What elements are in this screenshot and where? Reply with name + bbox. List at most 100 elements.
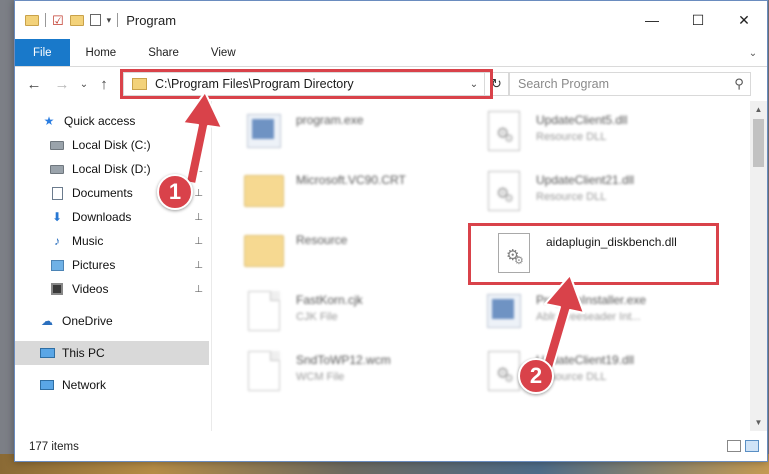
music-icon: ♪ bbox=[54, 234, 60, 248]
pin-icon[interactable]: ⊥ bbox=[194, 188, 203, 199]
sidebar-item-label: Videos bbox=[72, 282, 109, 296]
pin-icon[interactable]: ⊥ bbox=[194, 164, 203, 175]
file-type: CJK File bbox=[296, 311, 338, 323]
address-bar[interactable]: C:\Program Files\Program Directory ⌄ ↻ bbox=[123, 72, 509, 96]
pin-icon[interactable]: ⊥ bbox=[194, 284, 203, 295]
search-icon[interactable]: ⚲ bbox=[728, 76, 750, 92]
search-box[interactable]: ⚲ bbox=[509, 72, 751, 96]
pin-icon[interactable]: ⊥ bbox=[194, 260, 203, 271]
ribbon-tabs: File Home Share View ⌄ bbox=[15, 39, 767, 67]
drive-icon bbox=[49, 138, 65, 152]
back-button[interactable]: ← bbox=[25, 75, 43, 93]
folder-icon bbox=[132, 78, 147, 90]
sidebar-item-label: Local Disk (C:) bbox=[72, 138, 151, 152]
exe-icon bbox=[242, 107, 286, 155]
search-input[interactable] bbox=[510, 74, 728, 94]
quick-access-toolbar: ☑ ▾ bbox=[15, 1, 119, 39]
sidebar-item-label: Downloads bbox=[72, 210, 132, 224]
annotation-badge-1: 1 bbox=[157, 174, 193, 210]
sidebar-item-pictures[interactable]: Pictures ⊥ bbox=[15, 253, 209, 277]
address-path[interactable]: C:\Program Files\Program Directory bbox=[155, 77, 464, 91]
properties-check-icon[interactable]: ☑ bbox=[52, 14, 64, 27]
documents-icon bbox=[49, 186, 65, 200]
file-name: ProgramInstaller.exe bbox=[536, 293, 647, 307]
file-list: program.exe ⚙ ⚙ UpdateClient5.dll Resourc… bbox=[212, 101, 750, 431]
file-item[interactable]: Microsoft.VC90.CRT bbox=[242, 167, 406, 215]
vertical-scrollbar[interactable]: ▲ ▼ bbox=[750, 101, 767, 431]
file-type: Resource DLL bbox=[536, 191, 607, 203]
sidebar-item-network[interactable]: Network bbox=[15, 373, 209, 397]
maximize-button[interactable]: ☐ bbox=[675, 1, 721, 39]
minimize-button[interactable]: — bbox=[629, 1, 675, 39]
file-name: Microsoft.VC90.CRT bbox=[296, 173, 406, 187]
view-toggle bbox=[727, 440, 759, 452]
scroll-thumb[interactable] bbox=[753, 119, 764, 167]
file-item[interactable]: ⚙ ⚙ UpdateClient5.dll Resource DLL bbox=[482, 107, 627, 155]
pin-icon[interactable]: ⊥ bbox=[194, 140, 203, 151]
navigation-pane: ★ Quick access Local Disk (C:) ⊥ Local D… bbox=[15, 101, 211, 431]
title-bar: ☑ ▾ Program — ☐ ✕ bbox=[15, 1, 767, 39]
sidebar-item-label: Music bbox=[72, 234, 104, 248]
toolbar-separator bbox=[117, 13, 119, 27]
file-item[interactable]: ProgramInstaller.exe Ablr Rreeseader Int… bbox=[482, 287, 646, 335]
file-item[interactable]: ⚙ ⚙ UpdateClient21.dll Resource DLL bbox=[482, 167, 634, 215]
explorer-window: ☑ ▾ Program — ☐ ✕ File Home Share View ⌄… bbox=[14, 0, 768, 462]
sidebar-item-label: Network bbox=[62, 378, 107, 392]
toolbar-separator bbox=[45, 13, 46, 27]
sidebar-item-local-disk-c[interactable]: Local Disk (C:) ⊥ bbox=[15, 133, 209, 157]
window-controls: — ☐ ✕ bbox=[629, 1, 767, 39]
sidebar-item-this-pc[interactable]: This PC bbox=[15, 341, 209, 365]
pin-icon[interactable]: ⊥ bbox=[194, 236, 203, 247]
file-name: program.exe bbox=[296, 113, 364, 127]
pictures-icon bbox=[49, 258, 65, 272]
tab-file[interactable]: File bbox=[15, 39, 70, 66]
tab-share[interactable]: Share bbox=[132, 39, 195, 66]
recent-locations-button[interactable]: ⌄ bbox=[75, 75, 93, 93]
videos-icon bbox=[49, 282, 65, 296]
expand-ribbon-icon[interactable]: ⌄ bbox=[745, 45, 761, 61]
navigation-bar: ← → ⌄ ↑ C:\Program Files\Program Directo… bbox=[15, 67, 767, 101]
details-view-icon[interactable] bbox=[727, 440, 741, 452]
tab-home[interactable]: Home bbox=[70, 39, 133, 66]
file-type: WCM File bbox=[296, 371, 345, 383]
dll-icon: ⚙ ⚙ bbox=[482, 167, 526, 215]
folder-icon bbox=[242, 167, 286, 215]
sidebar-item-onedrive[interactable]: ☁ OneDrive bbox=[15, 309, 209, 333]
file-item-aidaplugin-diskbench[interactable]: ⚙ ⚙ aidaplugin_diskbench.dll bbox=[492, 229, 677, 277]
sidebar-item-videos[interactable]: Videos ⊥ bbox=[15, 277, 209, 301]
close-button[interactable]: ✕ bbox=[721, 1, 767, 39]
star-icon: ★ bbox=[43, 114, 55, 128]
customize-toolbar-icon[interactable]: ▾ bbox=[107, 15, 112, 26]
file-type: Resource DLL bbox=[536, 131, 607, 143]
computer-icon bbox=[39, 346, 55, 360]
forward-button[interactable]: → bbox=[53, 75, 71, 93]
file-item[interactable]: FastKorn.cjk CJK File bbox=[242, 287, 363, 335]
file-icon bbox=[242, 287, 286, 335]
file-item[interactable]: program.exe bbox=[242, 107, 363, 155]
exe-icon bbox=[482, 287, 526, 335]
sidebar-item-label: Quick access bbox=[64, 114, 136, 128]
dll-icon: ⚙ ⚙ bbox=[492, 229, 536, 277]
large-icons-view-icon[interactable] bbox=[745, 440, 759, 452]
file-item[interactable]: ⚙ ⚙ UpdateClient19.dll Resource DLL bbox=[482, 347, 634, 395]
sidebar-item-label: This PC bbox=[62, 346, 105, 360]
address-dropdown-icon[interactable]: ⌄ bbox=[464, 79, 484, 90]
file-item[interactable]: SndToWP12.wcm WCM File bbox=[242, 347, 391, 395]
sidebar-item-quick-access[interactable]: ★ Quick access bbox=[15, 109, 209, 133]
dll-icon: ⚙ ⚙ bbox=[482, 107, 526, 155]
sidebar-item-label: OneDrive bbox=[62, 314, 113, 328]
refresh-button[interactable]: ↻ bbox=[484, 73, 508, 95]
folder-icon bbox=[242, 227, 286, 275]
scroll-down-icon[interactable]: ▼ bbox=[750, 414, 767, 431]
scroll-up-icon[interactable]: ▲ bbox=[750, 101, 767, 118]
annotation-badge-2: 2 bbox=[518, 358, 554, 394]
sidebar-item-music[interactable]: ♪ Music ⊥ bbox=[15, 229, 209, 253]
pin-icon[interactable]: ⊥ bbox=[194, 212, 203, 223]
file-name: FastKorn.cjk bbox=[296, 293, 363, 307]
up-button[interactable]: ↑ bbox=[95, 75, 113, 93]
properties-icon[interactable] bbox=[89, 14, 101, 26]
file-item[interactable]: Resource bbox=[242, 227, 347, 275]
folder-icon bbox=[25, 14, 39, 26]
tab-view[interactable]: View bbox=[195, 39, 252, 66]
new-folder-icon[interactable] bbox=[69, 14, 84, 26]
